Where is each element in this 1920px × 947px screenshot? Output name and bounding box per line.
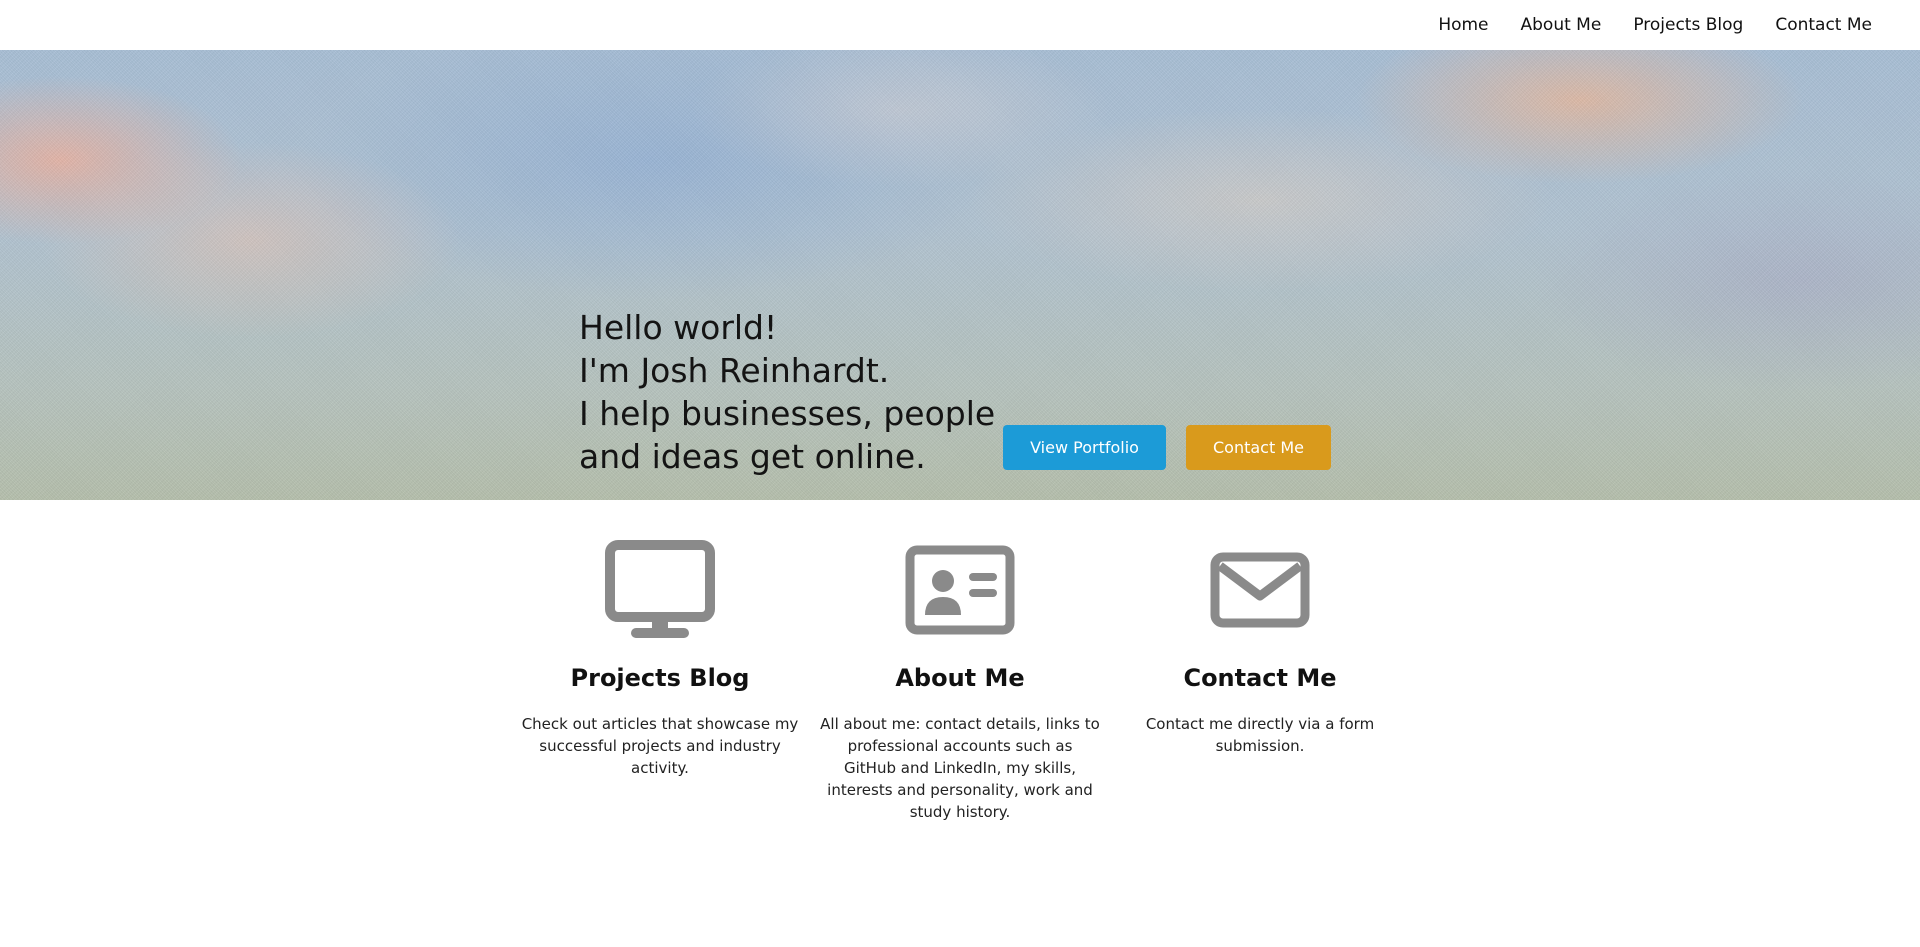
contact-me-description: Contact me directly via a form submissio… bbox=[1145, 715, 1375, 755]
hero-line-4: and ideas get online. bbox=[579, 437, 926, 476]
hero-line-3: I help businesses, people bbox=[579, 394, 996, 433]
hero-line-2: I'm Josh Reinhardt. bbox=[579, 351, 890, 390]
nav-link-projects-blog[interactable]: Projects Blog bbox=[1617, 0, 1759, 50]
view-portfolio-button[interactable]: View Portfolio bbox=[1003, 425, 1166, 470]
projects-blog-description: Check out articles that showcase my succ… bbox=[521, 715, 799, 777]
about-me-description: All about me: contact details, links to … bbox=[820, 715, 1100, 821]
envelope-icon[interactable] bbox=[1120, 540, 1400, 640]
projects-blog-title: Projects Blog bbox=[570, 664, 750, 692]
about-me-title: About Me bbox=[895, 664, 1025, 692]
nav-link-about-me[interactable]: About Me bbox=[1505, 0, 1618, 50]
nav-link-contact-me[interactable]: Contact Me bbox=[1759, 0, 1888, 50]
hero-banner: Hello world! I'm Josh Reinhardt. I help … bbox=[0, 50, 1920, 500]
top-navbar: Home About Me Projects Blog Contact Me bbox=[0, 0, 1920, 50]
features-section: Projects Blog Check out articles that sh… bbox=[0, 500, 1920, 947]
hero-headline: Hello world! I'm Josh Reinhardt. I help … bbox=[579, 306, 995, 478]
contact-me-title: Contact Me bbox=[1183, 664, 1337, 692]
nav-links: Home About Me Projects Blog Contact Me bbox=[1422, 0, 1888, 50]
hero-line-1: Hello world! bbox=[579, 308, 778, 347]
contact-me-button[interactable]: Contact Me bbox=[1186, 425, 1331, 470]
nav-link-home[interactable]: Home bbox=[1422, 0, 1504, 50]
id-card-icon[interactable] bbox=[820, 540, 1100, 640]
monitor-icon[interactable] bbox=[520, 540, 800, 640]
